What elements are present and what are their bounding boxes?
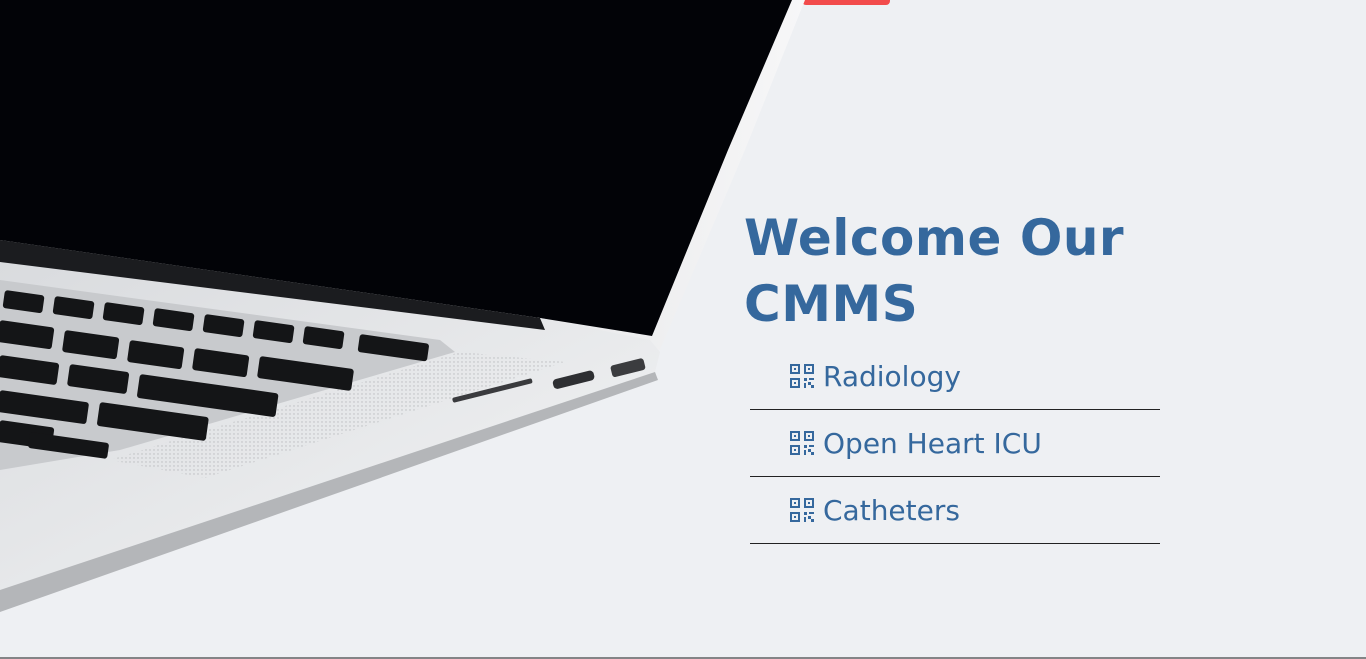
menu-item-label: Open Heart ICU — [823, 426, 1042, 460]
menu-item-label: Radiology — [823, 359, 961, 393]
menu-item-open-heart-icu[interactable]: Open Heart ICU — [750, 410, 1160, 477]
menu-item-catheters[interactable]: Catheters — [750, 477, 1160, 544]
menu-item-radiology[interactable]: Radiology — [750, 343, 1160, 410]
welcome-panel: Welcome Our CMMS Radiology Open Heart IC… — [744, 205, 1264, 544]
page-title: Welcome Our CMMS — [744, 209, 1125, 333]
qrcode-icon — [790, 431, 814, 455]
menu-item-label: Catheters — [823, 493, 960, 527]
qrcode-icon — [790, 364, 814, 388]
department-menu: Radiology Open Heart ICU Catheters — [750, 343, 1160, 544]
qrcode-icon — [790, 498, 814, 522]
